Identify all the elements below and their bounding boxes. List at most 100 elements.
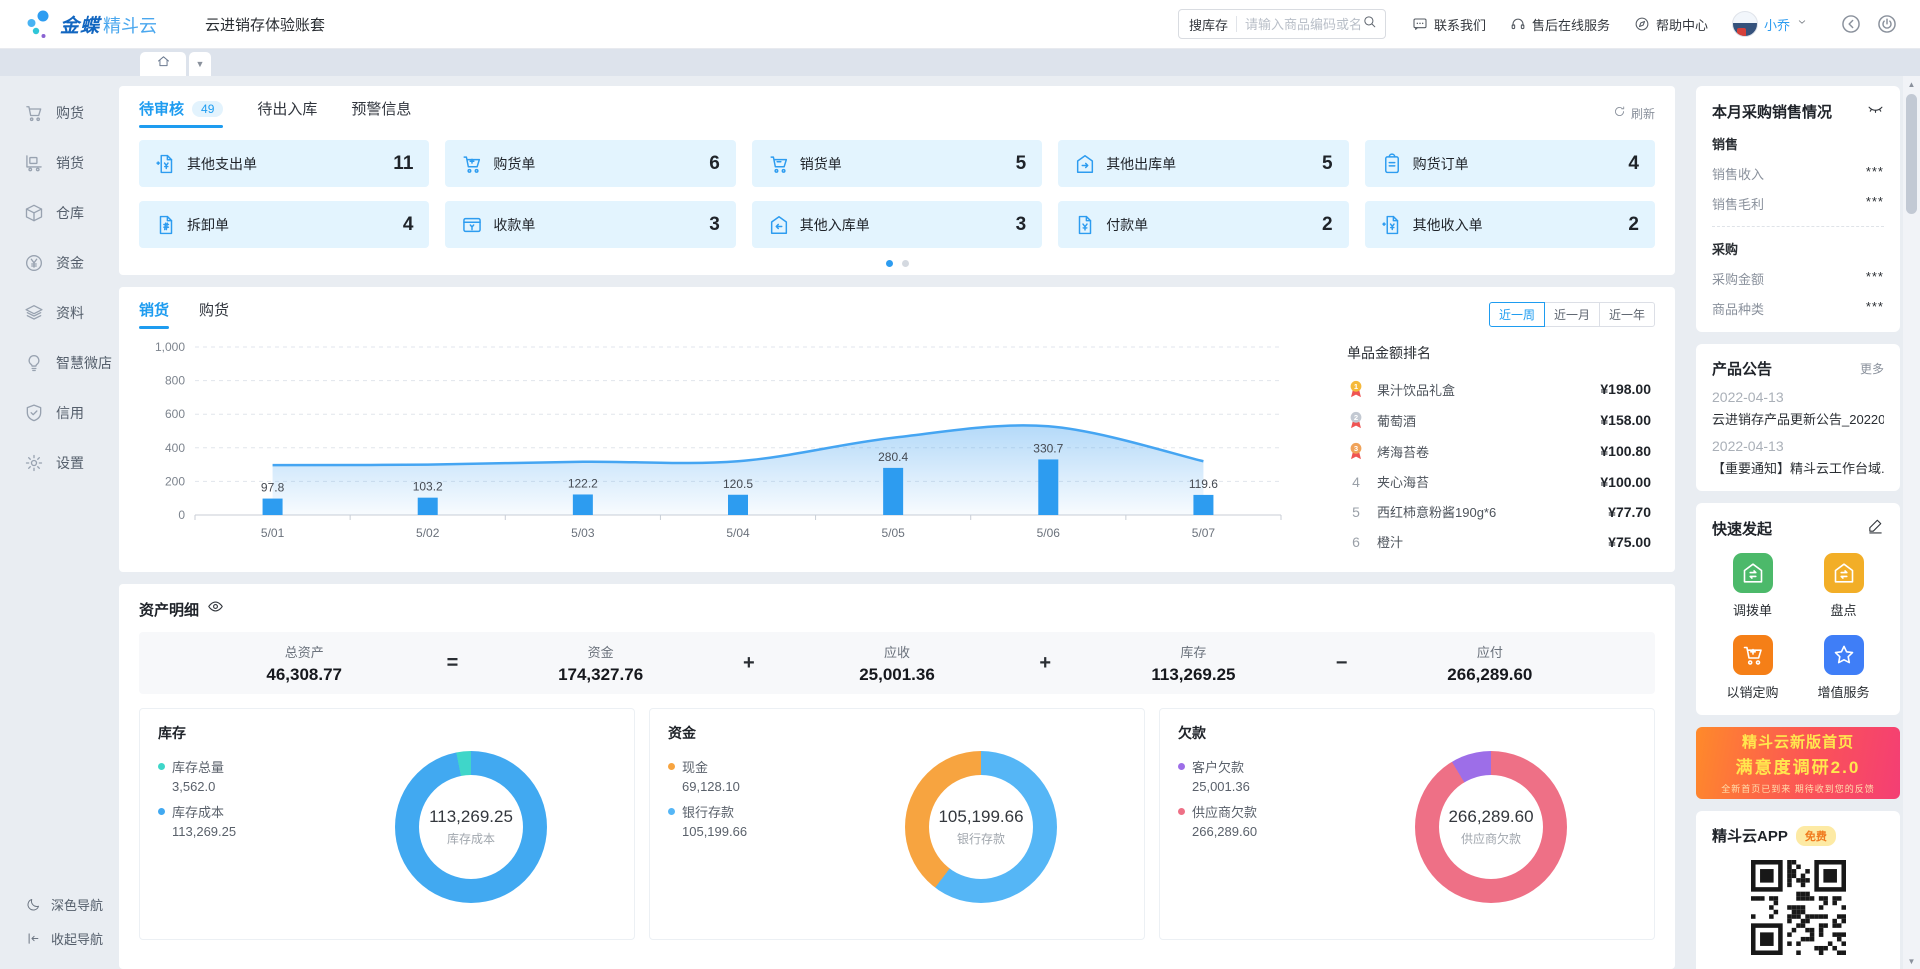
pagination-dot[interactable] xyxy=(902,260,909,267)
trend-tab-购货[interactable]: 购货 xyxy=(199,299,229,329)
todo-card-其他入库单[interactable]: 其他入库单3 xyxy=(752,201,1042,248)
header-link[interactable]: 帮助中心 xyxy=(1634,15,1708,34)
pagination-dot[interactable] xyxy=(886,260,893,267)
quick-action-调拨单[interactable]: 调拨单 xyxy=(1712,553,1793,619)
ranking-item-amount: ¥100.80 xyxy=(1600,443,1651,459)
banner-line1: 精斗云新版首页 xyxy=(1742,731,1854,752)
search-icon[interactable] xyxy=(1362,14,1377,34)
eye-closed-icon[interactable] xyxy=(1867,100,1884,122)
announcements-card: 产品公告 更多 2022-04-13云进销存产品更新公告_20220...202… xyxy=(1696,344,1900,491)
todo-card-其他支出单[interactable]: 其他支出单11 xyxy=(139,140,429,187)
headset-icon xyxy=(1510,16,1526,32)
announcements-more-link[interactable]: 更多 xyxy=(1860,360,1884,377)
todo-card-其他收入单[interactable]: 其他收入单2 xyxy=(1365,201,1655,248)
search-input[interactable] xyxy=(1245,17,1362,32)
todo-tab-待出入库[interactable]: 待出入库 xyxy=(257,98,317,128)
svg-text:400: 400 xyxy=(165,441,185,455)
range-button-近一周[interactable]: 近一周 xyxy=(1489,302,1545,327)
scroll-up-arrow[interactable]: ▲ xyxy=(1903,76,1920,92)
stocktake-house-icon xyxy=(1832,561,1856,585)
header-link[interactable]: 联系我们 xyxy=(1412,15,1486,34)
top-header: 金蝶精斗云 云进销存体验账套 搜库存 联系我们售后在线服务帮助中心 小乔 xyxy=(0,0,1920,49)
ranking-title: 单品金额排名 xyxy=(1347,343,1651,363)
svg-text:5/01: 5/01 xyxy=(261,526,285,540)
donut-legend-item: 银行存款105,199.66 xyxy=(668,802,836,839)
medal-rank2-icon: 2 xyxy=(1347,410,1365,430)
sidebar-item-智慧微店[interactable]: 智慧微店 xyxy=(0,338,115,388)
quick-action-以销定购[interactable]: 以销定购 xyxy=(1712,635,1793,701)
sidebar-item-设置[interactable]: 设置 xyxy=(0,438,115,488)
header-link[interactable]: 售后在线服务 xyxy=(1510,15,1610,34)
sidebar-item-信用[interactable]: 信用 xyxy=(0,388,115,438)
sales-trend-chart: 02004006008001,00097.8103.2122.2120.5280… xyxy=(139,337,1325,562)
house-out-icon xyxy=(1074,153,1096,175)
range-button-近一年[interactable]: 近一年 xyxy=(1599,302,1655,327)
eye-icon[interactable] xyxy=(207,598,224,620)
sidebar-footer-深色导航[interactable]: 深色导航 xyxy=(0,887,115,921)
todo-card-付款单[interactable]: 付款单2 xyxy=(1058,201,1348,248)
collapse-icon xyxy=(26,931,41,946)
workspace-tabstrip: ▼ xyxy=(0,49,1920,76)
scrollbar-thumb[interactable] xyxy=(1906,94,1917,214)
scroll-down-arrow[interactable]: ▼ xyxy=(1903,953,1920,969)
todo-card-购货单[interactable]: 购货单6 xyxy=(445,140,735,187)
todo-card-收款单[interactable]: 收款单3 xyxy=(445,201,735,248)
logout-button[interactable] xyxy=(1876,13,1898,35)
todo-tab-待审核[interactable]: 待审核49 xyxy=(139,98,223,128)
svg-text:122.2: 122.2 xyxy=(568,476,598,490)
svg-text:119.6: 119.6 xyxy=(1189,477,1218,491)
todo-card-其他出库单[interactable]: 其他出库单5 xyxy=(1058,140,1348,187)
announcement-item[interactable]: 2022-04-13云进销存产品更新公告_20220... xyxy=(1712,389,1884,428)
svg-text:120.5: 120.5 xyxy=(723,477,753,491)
page-scrollbar[interactable]: ▲ ▼ xyxy=(1903,76,1920,969)
left-sidebar: 购货销货仓库资金资料智慧微店信用设置 深色导航收起导航 xyxy=(0,76,115,969)
ranking-item-amount: ¥100.00 xyxy=(1600,474,1651,490)
edit-icon[interactable] xyxy=(1867,517,1884,539)
svg-text:3: 3 xyxy=(1354,444,1358,453)
user-menu[interactable]: 小乔 xyxy=(1732,11,1808,37)
summary-row-商品种类: 商品种类*** xyxy=(1712,299,1884,318)
sales-trend-panel: 销货购货近一周近一月近一年 02004006008001,00097.8103.… xyxy=(119,287,1675,572)
todo-card-购货订单[interactable]: 购货订单4 xyxy=(1365,140,1655,187)
medal-rank3-icon: 3 xyxy=(1347,441,1365,461)
trend-tab-销货[interactable]: 销货 xyxy=(139,299,169,329)
survey-banner[interactable]: 精斗云新版首页 满意度调研2.0 全新首页已到来 期待收到您的反馈 xyxy=(1696,727,1900,799)
quick-action-盘点[interactable]: 盘点 xyxy=(1803,553,1884,619)
logo-text: 金蝶精斗云 xyxy=(60,11,157,38)
todo-tab-预警信息[interactable]: 预警信息 xyxy=(351,98,411,128)
sidebar-footer-收起导航[interactable]: 收起导航 xyxy=(0,921,115,955)
item-amount-ranking: 单品金额排名 1果汁饮品礼盒¥198.002葡萄酒¥158.003烤海苔卷¥10… xyxy=(1325,337,1655,562)
tab-dropdown[interactable]: ▼ xyxy=(189,52,211,76)
sidebar-item-购货[interactable]: 购货 xyxy=(0,88,115,138)
todo-card-count: 11 xyxy=(393,153,413,175)
avatar[interactable] xyxy=(1732,11,1758,37)
todo-card-count: 2 xyxy=(1322,214,1333,236)
sidebar-item-资金[interactable]: 资金 xyxy=(0,238,115,288)
app-download-card: 精斗云APP 免费 xyxy=(1696,811,1900,969)
announcement-item[interactable]: 2022-04-13【重要通知】精斗云工作台域... xyxy=(1712,438,1884,477)
cart-minus-icon xyxy=(768,153,790,175)
layers-icon xyxy=(24,303,44,323)
ranking-item-amount: ¥77.70 xyxy=(1608,504,1651,520)
range-button-近一月[interactable]: 近一月 xyxy=(1544,302,1600,327)
back-button[interactable] xyxy=(1840,13,1862,35)
todo-card-销货单[interactable]: 销货单5 xyxy=(752,140,1042,187)
formula-operator: = xyxy=(429,652,475,675)
sidebar-item-仓库[interactable]: 仓库 xyxy=(0,188,115,238)
compass-icon xyxy=(1634,16,1650,32)
donut-legend-item: 现金69,128.10 xyxy=(668,757,836,794)
refresh-button[interactable]: 刷新 xyxy=(1613,105,1655,122)
quick-action-增值服务[interactable]: 增值服务 xyxy=(1803,635,1884,701)
quick-actions-card: 快速发起 调拨单盘点以销定购增值服务 xyxy=(1696,503,1900,715)
sidebar-item-资料[interactable]: 资料 xyxy=(0,288,115,338)
app-logo[interactable]: 金蝶精斗云 xyxy=(26,9,157,39)
sidebar-item-销货[interactable]: 销货 xyxy=(0,138,115,188)
home-icon xyxy=(156,54,171,69)
todo-card-拆卸单[interactable]: 拆卸单4 xyxy=(139,201,429,248)
ranking-item-name: 西红柿意粉酱190g*6 xyxy=(1377,502,1600,521)
inventory-search[interactable]: 搜库存 xyxy=(1178,9,1386,39)
svg-text:5/07: 5/07 xyxy=(1192,526,1216,540)
home-tab[interactable] xyxy=(140,52,186,76)
donut-chart-欠款: 266,289.60供应商欠款 xyxy=(1415,751,1567,903)
quick-actions-title: 快速发起 xyxy=(1712,518,1772,539)
